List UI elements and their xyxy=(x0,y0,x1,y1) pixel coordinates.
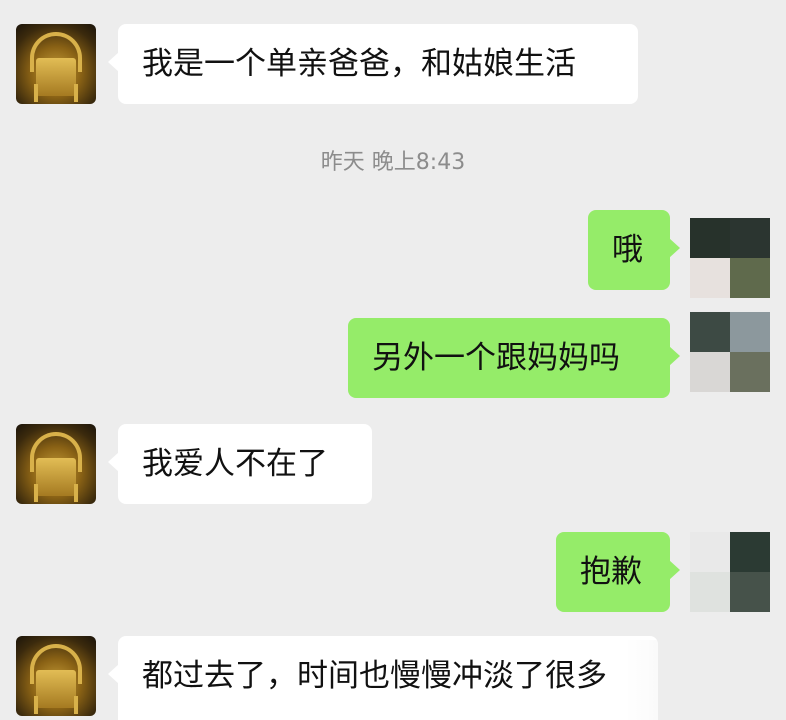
own-avatar[interactable] xyxy=(690,218,770,298)
message-bubble-outgoing[interactable]: 另外一个跟妈妈吗 xyxy=(348,318,680,398)
message-bubble-outgoing[interactable]: 哦 xyxy=(588,210,680,290)
own-avatar[interactable] xyxy=(690,312,770,392)
contact-avatar[interactable] xyxy=(16,636,96,716)
message-timestamp: 昨天 晚上8:43 xyxy=(320,150,466,175)
contact-avatar[interactable] xyxy=(16,24,96,104)
message-bubble-outgoing[interactable]: 抱歉 xyxy=(556,532,680,612)
message-bubble-incoming[interactable]: 我是一个单亲爸爸，和姑娘生活 xyxy=(108,24,638,104)
chat-area: 我是一个单亲爸爸，和姑娘生活 昨天 晚上8:43 哦 另外一个跟妈妈吗 我爱人不… xyxy=(0,0,786,720)
own-avatar[interactable] xyxy=(690,532,770,612)
watermark-fade xyxy=(626,640,786,720)
message-bubble-incoming[interactable]: 都过去了，时间也慢慢冲淡了很多 xyxy=(108,636,658,720)
contact-avatar[interactable] xyxy=(16,424,96,504)
message-bubble-incoming[interactable]: 我爱人不在了 xyxy=(108,424,372,504)
